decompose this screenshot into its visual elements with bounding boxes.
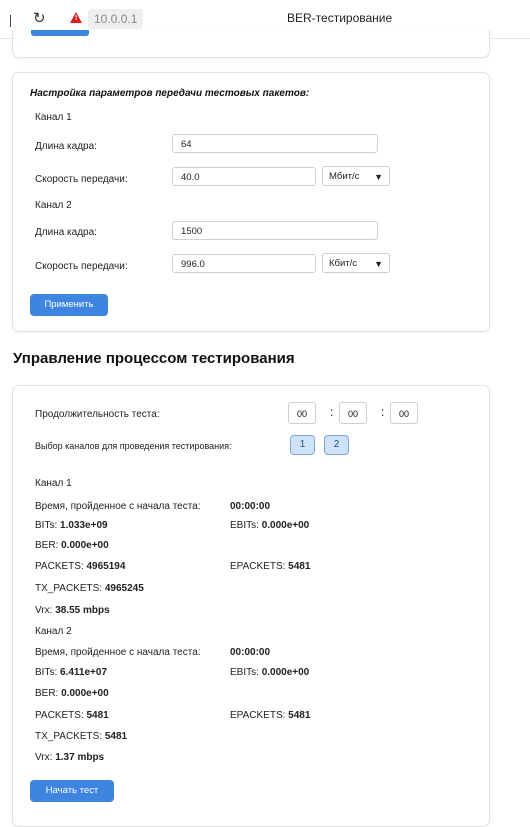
stats-ch1-elapsed-label: Время, пройденное с начала теста: [35, 501, 201, 512]
stats-ch1-tx: TX_PACKETS: 4965245 [35, 583, 144, 594]
channel2-frame-length-label: Длина кадра: [35, 227, 97, 238]
ber-value: 0.000e+00 [61, 688, 109, 699]
tx-value: 4965245 [104, 583, 144, 594]
address-bar[interactable]: 10.0.0.1 [88, 9, 144, 29]
stats-ch2-label: Канал 2 [35, 626, 72, 637]
channel-2-toggle[interactable]: 2 [324, 435, 349, 455]
settings-card [12, 72, 490, 332]
stats-ch2-elapsed-value: 00:00:00 [230, 647, 271, 658]
epackets-label: EPACKETS: [230, 710, 286, 721]
stats-ch2-tx: TX_PACKETS: 5481 [35, 731, 127, 742]
ber-label: BER: [35, 540, 59, 551]
toolbar-separator [10, 15, 11, 27]
ebits-label: EBITs: [230, 520, 259, 531]
channels-select-label: Выбор каналов для проведения тестировани… [35, 441, 232, 451]
channel2-frame-length-input[interactable]: 1500 [172, 221, 378, 240]
epackets-value: 5481 [288, 561, 311, 572]
stats-ch2-ber: BER: 0.000e+00 [35, 688, 109, 699]
ber-label: BER: [35, 688, 59, 699]
channel1-speed-input[interactable]: 40.0 [172, 167, 316, 186]
hours-input[interactable]: 00 [288, 402, 316, 424]
bits-value: 1.033e+09 [60, 520, 108, 531]
stats-ch2-ebits: EBITs: 0.000e+00 [230, 667, 309, 678]
ebits-label: EBITs: [230, 667, 259, 678]
channel1-frame-length-label: Длина кадра: [35, 141, 97, 152]
colon-separator: : [381, 405, 385, 419]
packets-label: PACKETS: [35, 710, 84, 721]
ebits-value: 0.000e+00 [261, 520, 310, 531]
tx-label: TX_PACKETS: [35, 583, 103, 594]
stats-ch2-packets: PACKETS: 5481 [35, 710, 109, 721]
channel-1-toggle[interactable]: 1 [290, 435, 315, 455]
seconds-input[interactable]: 00 [390, 402, 418, 424]
apply-button[interactable]: Применить [30, 294, 108, 316]
channel1-speed-label: Скорость передачи: [35, 174, 128, 185]
stats-ch1-ebits: EBITs: 0.000e+00 [230, 520, 309, 531]
stats-ch1-ber: BER: 0.000e+00 [35, 540, 109, 551]
channel1-frame-length-input[interactable]: 64 [172, 134, 378, 153]
minutes-input[interactable]: 00 [339, 402, 367, 424]
packets-label: PACKETS: [35, 561, 84, 572]
stats-ch1-bits: BITs: 1.033e+09 [35, 520, 108, 531]
chevron-down-icon: ▼ [374, 172, 383, 182]
previous-card [12, 30, 490, 58]
stats-ch1-vrx: Vrx: 38.55 mbps [35, 605, 110, 616]
bits-value: 6.411e+07 [60, 667, 108, 678]
channel2-unit-value: Кбит/с [329, 258, 358, 269]
vrx-label: Vrx: [35, 605, 53, 616]
stats-ch1-packets: PACKETS: 4965194 [35, 561, 125, 572]
tx-label: TX_PACKETS: [35, 731, 103, 742]
section-title: Управление процессом тестирования [13, 350, 295, 367]
channel2-speed-input[interactable]: 996.0 [172, 254, 316, 273]
vrx-value: 38.55 mbps [55, 605, 110, 616]
stats-ch1-label: Канал 1 [35, 478, 72, 489]
channel1-unit-value: Мбит/с [329, 171, 360, 182]
bits-label: BITs: [35, 520, 58, 531]
start-test-button[interactable]: Начать тест [30, 780, 114, 802]
channel2-speed-label: Скорость передачи: [35, 261, 128, 272]
packets-value: 5481 [86, 710, 109, 721]
channel1-unit-select[interactable]: Мбит/с ▼ [322, 166, 390, 186]
settings-title: Настройка параметров передачи тестовых п… [30, 88, 310, 99]
stats-ch2-vrx: Vrx: 1.37 mbps [35, 752, 104, 763]
previous-card-button[interactable] [31, 30, 89, 36]
packets-value: 4965194 [86, 561, 126, 572]
ber-value: 0.000e+00 [61, 540, 109, 551]
stats-ch1-epackets: EPACKETS: 5481 [230, 561, 310, 572]
warning-mark: ! [75, 15, 78, 22]
channel2-unit-select[interactable]: Кбит/с ▼ [322, 253, 390, 273]
reload-icon[interactable]: ↻ [33, 9, 46, 27]
stats-ch2-elapsed-label: Время, пройденное с начала теста: [35, 647, 201, 658]
page-title: BER-тестирование [287, 11, 393, 25]
duration-label: Продолжительность теста: [35, 409, 160, 420]
ebits-value: 0.000e+00 [261, 667, 310, 678]
stats-ch2-epackets: EPACKETS: 5481 [230, 710, 310, 721]
tx-value: 5481 [104, 731, 128, 742]
channel1-label: Канал 1 [35, 112, 72, 123]
channel2-label: Канал 2 [35, 200, 72, 211]
epackets-label: EPACKETS: [230, 561, 286, 572]
stats-ch1-elapsed-value: 00:00:00 [230, 501, 271, 512]
stats-ch2-bits: BITs: 6.411e+07 [35, 667, 107, 678]
chevron-down-icon: ▼ [374, 259, 383, 269]
colon-separator: : [330, 405, 334, 419]
vrx-label: Vrx: [35, 752, 53, 763]
vrx-value: 1.37 mbps [55, 752, 105, 763]
epackets-value: 5481 [288, 710, 311, 721]
bits-label: BITs: [35, 667, 58, 678]
